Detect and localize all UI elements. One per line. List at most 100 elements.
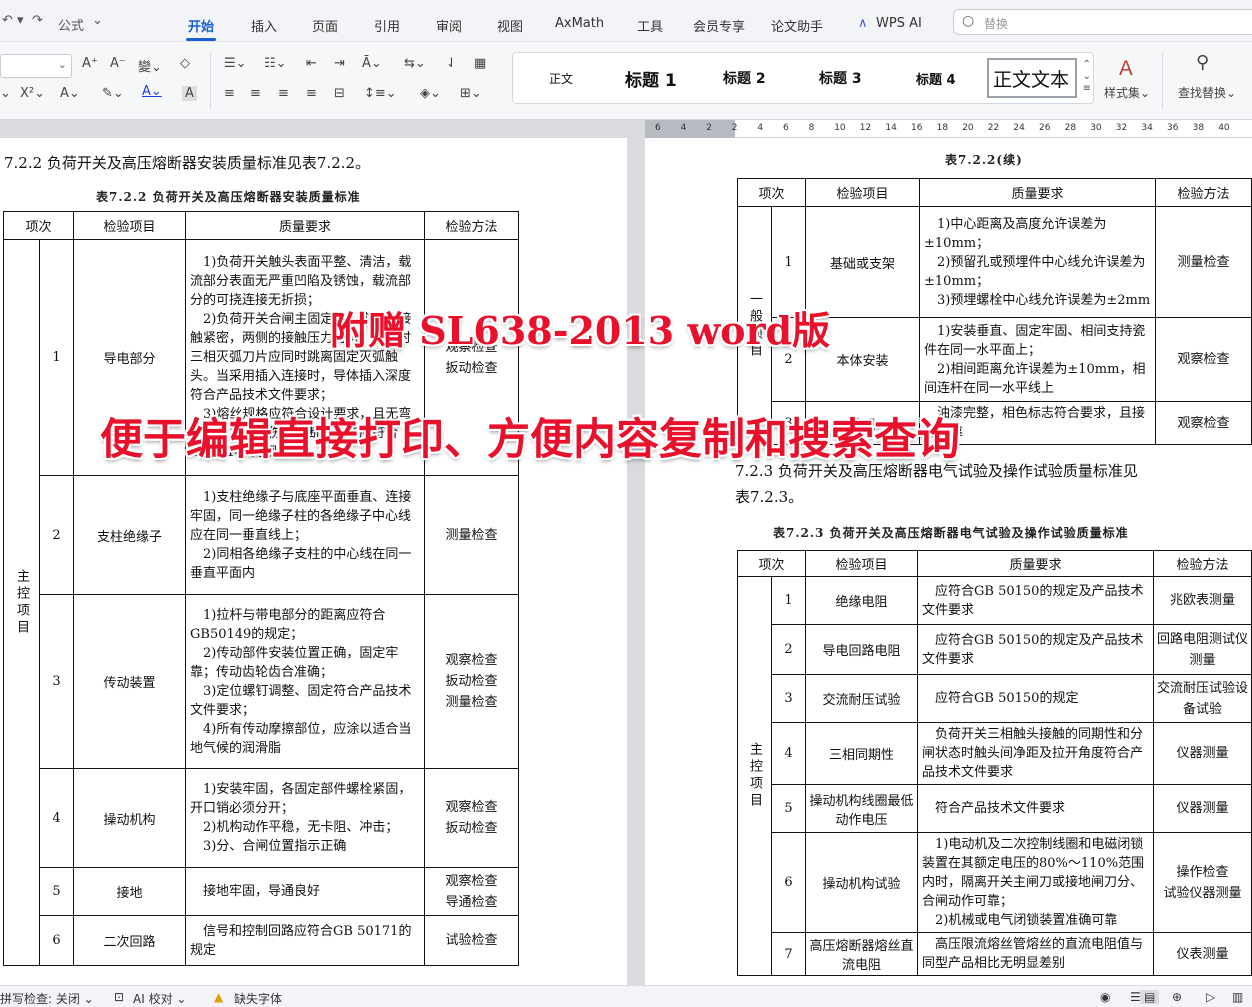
requirement-cell: 1)拉杆与带电部分的距离应符合GB50149的规定； 2)传动部件安装位置正确，固… — [185, 594, 426, 769]
style-heading-2[interactable]: 标题 2 — [723, 68, 766, 88]
web-view-icon[interactable]: ⊕ — [1172, 990, 1182, 1004]
chevron-down-icon[interactable]: ⌄ — [0, 86, 11, 101]
header-method: 检验方法 — [424, 211, 520, 240]
increase-indent-icon[interactable]: ⇥ — [334, 56, 345, 71]
numbered-list-icon[interactable]: ☷⌄ — [264, 56, 287, 71]
char-shading-icon[interactable]: A — [182, 86, 197, 101]
highlight-icon[interactable]: ✎⌄ — [102, 86, 124, 101]
section-heading-cont: 表7.2.3。 — [735, 488, 804, 506]
header-requirement: 质量要求 — [917, 550, 1155, 577]
chevron-down-icon[interactable]: ⌄ — [92, 13, 103, 28]
grow-font-icon[interactable]: A⁺ — [82, 56, 98, 71]
requirement-cell: 应符合GB 50150的规定及产品技术文件要求 — [917, 576, 1155, 625]
style-heading-4[interactable]: 标题 4 — [916, 69, 956, 88]
redo-arrow-icon[interactable]: ↷ — [32, 13, 43, 28]
tab-start[interactable]: 开始 — [188, 16, 214, 35]
justify-icon[interactable]: ≡ — [306, 86, 317, 101]
eraser-icon[interactable]: ◇ — [180, 56, 190, 71]
tab-review[interactable]: 审阅 — [436, 16, 462, 35]
missing-font-button[interactable]: 缺失字体 — [234, 990, 282, 1007]
eye-icon[interactable]: ◉ — [1100, 990, 1110, 1004]
align-left-icon[interactable]: ≡ — [224, 86, 235, 101]
item-cell: 传动装置 — [73, 594, 187, 769]
tab-insert[interactable]: 插入 — [251, 16, 277, 35]
style-heading-3[interactable]: 标题 3 — [819, 68, 862, 88]
formula-quick-button[interactable]: 公式 — [58, 15, 84, 34]
superscript-icon[interactable]: X²⌄ — [20, 86, 45, 101]
document-page-left[interactable]: 7.2.2 负荷开关及高压熔断器安装质量标准见表7.2.2。 表7.2.2 负荷… — [0, 138, 627, 988]
page-view-icon[interactable]: ▤ — [1140, 990, 1160, 1004]
requirement-cell: 1)安装牢固，各固定部件螺栓紧固，开口销必须分开； 2)机构动作平稳，无卡阻、冲击… — [185, 768, 426, 868]
gallery-scroll-icon[interactable]: ⌃ ⌄ ≡ — [1083, 59, 1091, 95]
table-grid-icon[interactable]: ▦ — [474, 56, 486, 71]
style-set-icon: Ａ — [1116, 56, 1136, 80]
border-icon[interactable]: ⊞⌄ — [460, 86, 482, 101]
ruler-tick: 40 — [1218, 123, 1230, 133]
tab-wps-ai[interactable]: WPS AI — [876, 16, 922, 31]
item-cell: 二次回路 — [73, 915, 187, 966]
requirement-cell: 信号和控制回路应符合GB 50171的规定 — [185, 915, 426, 966]
requirement-line: 应符合GB 50150的规定 — [935, 691, 1079, 706]
requirement-line: 2)预留孔或预埋件中心线允许误差为±10mm； — [924, 254, 1146, 289]
paint-bucket-icon[interactable]: ◈⌄ — [420, 86, 441, 101]
tab-page[interactable]: 页面 — [312, 16, 338, 35]
sort-icon[interactable]: ⇆⌄ — [404, 56, 426, 71]
dual-page-icon[interactable]: ▥ — [1232, 990, 1243, 1004]
row-number: 1 — [38, 239, 75, 476]
phonetic-icon[interactable]: 變⌄ — [138, 56, 162, 75]
line-spacing-icon[interactable]: ↕≡⌄ — [364, 86, 397, 101]
document-page-right[interactable]: 表7.2.2(续) 项次 检验项目 质量要求 检验方法 一般项目 1 基础或支架 1)… — [645, 138, 1252, 988]
wps-ai-icon[interactable]: ∧ — [858, 16, 868, 31]
play-icon[interactable]: ▷ — [1206, 990, 1215, 1004]
tab-tools[interactable]: 工具 — [637, 16, 663, 35]
method-cell: 观察检查 扳动检查 测量检查 — [424, 594, 520, 769]
horizontal-ruler[interactable]: 6 4 2 2 4 6 8 10 12 14 16 18 20 22 24 26 28 30 32 34 36 38 40 — [645, 120, 1252, 138]
item-cell: 高压熔断器熔丝直流电阻 — [805, 932, 919, 976]
bullet-list-icon[interactable]: ☰⌄ — [224, 56, 247, 71]
row-number: 3 — [770, 674, 807, 723]
requirement-line: 负荷开关三相触头接触的同期性和分闸状态时触头间净距及拉开角度符合产品技术文件要求 — [922, 727, 1144, 780]
style-set-button[interactable]: 样式集⌄ — [1104, 84, 1150, 101]
search-input[interactable]: ○ 替换 — [953, 9, 1252, 35]
requirement-line: 1)安装垂直、固定牢固、相间支持瓷件在同一水平面上； — [924, 323, 1146, 358]
decrease-indent-icon[interactable]: ⇤ — [306, 56, 317, 71]
ruler-tick: 36 — [1167, 123, 1179, 133]
requirement-line: 1)电动机及二次控制线圈和电磁闭锁装置在其额定电压的80%～110%范围内时，隔… — [922, 837, 1145, 909]
font-color-icon[interactable]: A⌄ — [142, 84, 162, 99]
style-heading-1[interactable]: 标题 1 — [625, 66, 677, 91]
requirement-cell: 1)电动机及二次控制线圈和电磁闭锁装置在其额定电压的80%～110%范围内时，隔… — [917, 832, 1155, 933]
line-break-icon[interactable]: ⇃ — [446, 56, 457, 71]
align-center-icon[interactable]: ≡ — [250, 86, 261, 101]
requirement-line: 应符合GB 50150的规定及产品技术文件要求 — [922, 583, 1144, 618]
font-size-select[interactable]: ⌄ — [0, 54, 72, 78]
table-row: 3 交流耐压试验 应符合GB 50150的规定 交流耐压试验设备试验 — [738, 674, 1252, 723]
undo-arrow-icon[interactable]: ↶ ▾ — [2, 13, 24, 28]
ruler-tick: 8 — [808, 123, 815, 133]
text-direction-icon[interactable]: Ā⌄ — [362, 56, 382, 71]
text-effect-icon[interactable]: A⌄ — [60, 86, 80, 101]
tab-paper-assistant[interactable]: 论文助手 — [771, 16, 823, 35]
find-replace-label: 查找替换 — [1178, 86, 1227, 100]
ai-check-button[interactable]: AI 校对 ⌄ — [133, 990, 186, 1007]
spellcheck-status[interactable]: 拼写检查: 关闭 ⌄ — [0, 990, 94, 1007]
ruler-tick: 32 — [1115, 123, 1128, 133]
tab-view[interactable]: 视图 — [497, 16, 523, 35]
ruler-tick: 4 — [757, 123, 764, 133]
style-normal[interactable]: 正文 — [549, 70, 573, 87]
method-cell: 交流耐压试验设备试验 — [1153, 674, 1252, 723]
tab-member[interactable]: 会员专享 — [693, 16, 745, 35]
tab-reference[interactable]: 引用 — [374, 16, 400, 35]
tab-axmath[interactable]: AxMath — [555, 16, 604, 31]
quality-table-723: 项次 检验项目 质量要求 检验方法 主控项目 1 绝缘电阻 应符合GB 50150的规… — [736, 550, 1252, 976]
find-replace-button[interactable]: 查找替换⌄ — [1178, 84, 1236, 101]
distribute-icon[interactable]: ⊟ — [334, 86, 345, 101]
header-item: 检验项目 — [805, 550, 919, 577]
ruler-tick: 6 — [655, 123, 661, 133]
table-row: 2 支柱绝缘子 1)支柱绝缘子与底座平面垂直、连接牢固，同一绝缘子柱的各绝缘子中心线… — [4, 475, 520, 595]
ruler-tick: 14 — [885, 123, 897, 133]
row-number: 5 — [38, 867, 75, 916]
style-body-text[interactable]: 正文文本 — [987, 58, 1077, 98]
align-right-icon[interactable]: ≡ — [278, 86, 289, 101]
shrink-font-icon[interactable]: A⁻ — [110, 56, 126, 71]
requirement-line: 3)预埋螺栓中心线允许误差为±2mm — [937, 292, 1151, 308]
